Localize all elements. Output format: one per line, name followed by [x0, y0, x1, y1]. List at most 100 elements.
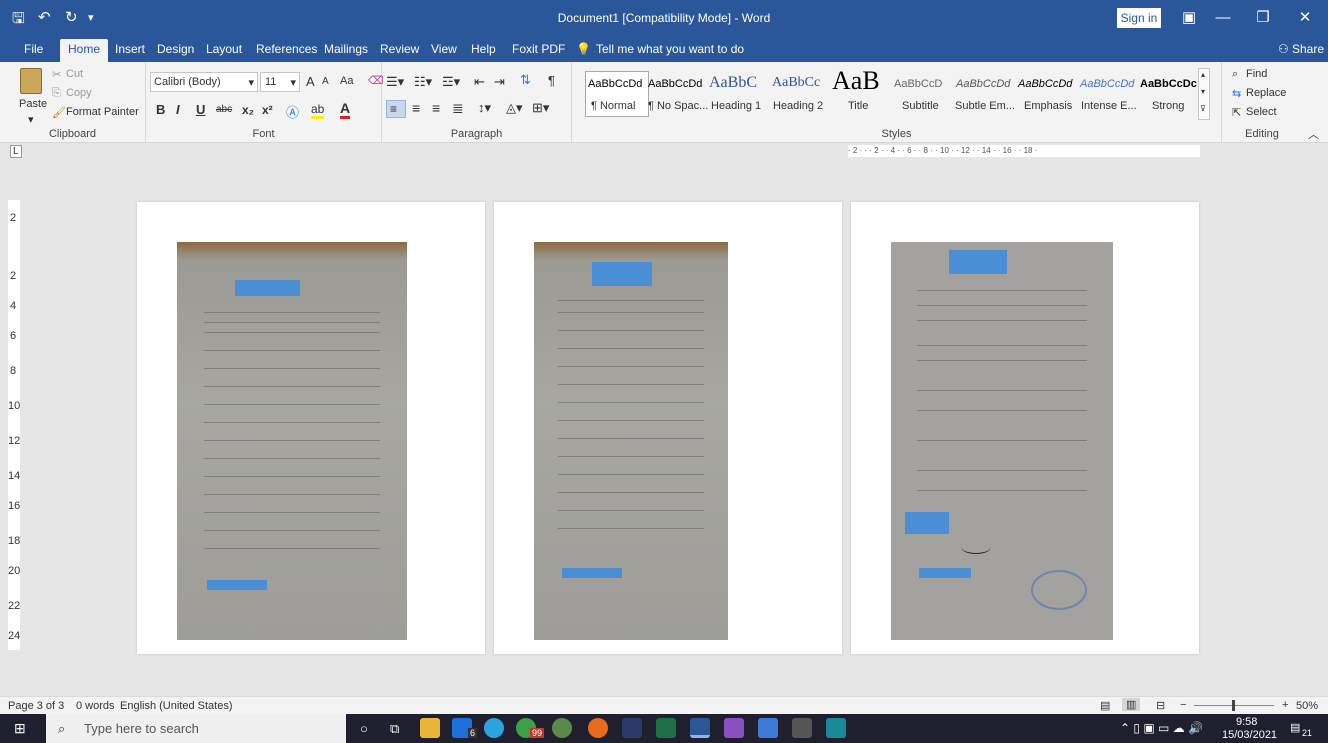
firefox-icon[interactable]	[588, 718, 608, 738]
bullets-icon[interactable]: ☰▾	[386, 74, 404, 90]
tab-design[interactable]: Design	[157, 42, 194, 56]
superscript-button[interactable]: x²	[262, 103, 273, 117]
close-button[interactable]: ✕	[1285, 0, 1325, 35]
style-heading1[interactable]: Heading 1	[711, 100, 761, 112]
paste-button[interactable]: Paste	[19, 98, 47, 110]
cortana-icon[interactable]: ○	[360, 721, 368, 736]
copy-button[interactable]: Copy	[66, 87, 92, 99]
app-icon[interactable]	[792, 718, 812, 738]
subscript-button[interactable]: x₂	[242, 103, 254, 117]
tab-mailings[interactable]: Mailings	[324, 42, 368, 56]
photoshop-icon[interactable]	[622, 718, 642, 738]
share-button[interactable]: Share	[1292, 42, 1324, 56]
style-strong-preview[interactable]: AaBbCcDc	[1140, 78, 1197, 90]
word-icon[interactable]	[690, 718, 710, 738]
font-name-box[interactable]: Calibri (Body) ▾	[150, 72, 258, 92]
system-tray-icons[interactable]: ⌃ ▯ ▣ ▭ ☁ 🔊	[1120, 721, 1203, 735]
telegram-icon[interactable]	[484, 718, 504, 738]
file-explorer-icon[interactable]	[420, 718, 440, 738]
tab-review[interactable]: Review	[380, 42, 419, 56]
style-strong[interactable]: Strong	[1152, 100, 1184, 112]
font-size-box[interactable]: 11 ▾	[260, 72, 300, 92]
page-1[interactable]	[137, 202, 485, 654]
style-normal[interactable]: ¶ Normal	[591, 100, 635, 112]
chrome-icon[interactable]	[552, 718, 572, 738]
language-indicator[interactable]: English (United States)	[120, 700, 233, 712]
restore-button[interactable]: ❐	[1243, 0, 1283, 35]
bold-button[interactable]: B	[156, 102, 165, 117]
select-button[interactable]: Select	[1246, 106, 1277, 118]
tab-layout[interactable]: Layout	[206, 42, 242, 56]
style-heading1-preview[interactable]: AaBbC	[709, 74, 757, 92]
tab-home[interactable]: Home	[60, 39, 109, 62]
highlight-button[interactable]: ab	[311, 102, 325, 119]
task-view-icon[interactable]: ⧉	[390, 721, 399, 737]
ribbon-display-icon[interactable]: ▣	[1182, 8, 1196, 26]
minimize-button[interactable]: —	[1203, 0, 1243, 35]
app-icon[interactable]	[826, 718, 846, 738]
shading-icon[interactable]: ◬▾	[506, 100, 523, 116]
style-no-spacing[interactable]: ¶ No Spac...	[648, 100, 708, 112]
style-subtle-emphasis-preview[interactable]: AaBbCcDd	[956, 78, 1010, 90]
style-intense-emphasis-preview[interactable]: AaBbCcDd	[1080, 78, 1134, 90]
clock-date[interactable]: 15/03/2021	[1222, 729, 1277, 741]
style-heading2[interactable]: Heading 2	[773, 100, 823, 112]
print-layout-icon[interactable]: ▥	[1122, 698, 1141, 711]
zoom-slider-thumb[interactable]	[1232, 700, 1235, 711]
style-subtitle[interactable]: Subtitle	[902, 100, 939, 112]
cut-button[interactable]: Cut	[66, 68, 83, 80]
style-intense-emphasis[interactable]: Intense E...	[1081, 100, 1137, 112]
borders-icon[interactable]: ⊞▾	[532, 100, 549, 116]
paste-icon[interactable]	[20, 68, 42, 94]
styles-scroll[interactable]: ▴ ▾ ⊽	[1198, 68, 1210, 120]
clock-time[interactable]: 9:58	[1236, 716, 1257, 728]
tab-file[interactable]: File	[24, 42, 43, 56]
font-color-button[interactable]: A	[340, 100, 351, 119]
style-title-preview[interactable]: AaB	[832, 66, 880, 96]
style-subtle-emphasis[interactable]: Subtle Em...	[955, 100, 1015, 112]
decrease-indent-icon[interactable]: ⇤	[474, 74, 485, 90]
paste-dropdown-icon[interactable]: ▾	[28, 113, 34, 126]
vertical-ruler[interactable]: 2 2 4 6 8 10 12 14 16 18 20 22 24	[8, 200, 20, 650]
italic-button[interactable]: I	[176, 102, 180, 117]
page-3[interactable]	[851, 202, 1199, 654]
app-icon[interactable]	[724, 718, 744, 738]
style-title[interactable]: Title	[848, 100, 868, 112]
web-layout-icon[interactable]: ⊟	[1156, 699, 1165, 712]
windows-start-icon[interactable]: ⊞	[14, 720, 26, 737]
increase-indent-icon[interactable]: ⇥	[494, 74, 505, 90]
change-case-button[interactable]: Aa	[340, 75, 353, 87]
tab-insert[interactable]: Insert	[115, 42, 145, 56]
sort-icon[interactable]: ⇅	[520, 72, 531, 88]
numbering-icon[interactable]: ☷▾	[414, 74, 432, 90]
style-normal-preview[interactable]: AaBbCcDd	[588, 78, 642, 90]
zoom-level[interactable]: 50%	[1296, 700, 1318, 712]
styles-more-icon[interactable]: ⊽	[1200, 104, 1206, 113]
align-right-icon[interactable]: ≡	[432, 100, 440, 116]
replace-button[interactable]: Replace	[1246, 87, 1286, 99]
align-left-icon[interactable]: ≡	[386, 100, 406, 118]
word-count[interactable]: 0 words	[76, 700, 115, 712]
show-marks-icon[interactable]: ¶	[548, 73, 555, 88]
align-center-icon[interactable]: ≡	[412, 100, 420, 116]
strikethrough-button[interactable]: abc	[216, 104, 232, 115]
find-button[interactable]: Find	[1246, 68, 1267, 80]
justify-icon[interactable]: ≣	[452, 100, 464, 117]
zoom-out-icon[interactable]: −	[1180, 699, 1186, 711]
underline-button[interactable]: U	[196, 102, 205, 117]
zoom-in-icon[interactable]: +	[1282, 699, 1288, 711]
chevron-up-icon[interactable]: ▴	[1201, 70, 1205, 79]
page-indicator[interactable]: Page 3 of 3	[8, 700, 64, 712]
tab-view[interactable]: View	[431, 42, 457, 56]
horizontal-ruler[interactable]: · 2 · · · 2 · · 4 · · 6 · · 8 · · 10 · ·…	[848, 145, 1200, 157]
multilevel-list-icon[interactable]: ☲▾	[442, 74, 460, 90]
grow-font-button[interactable]: A	[306, 74, 315, 89]
format-painter-button[interactable]: Format Painter	[66, 106, 139, 118]
line-spacing-icon[interactable]: ↕▾	[478, 100, 491, 116]
page-2[interactable]	[494, 202, 842, 654]
collapse-ribbon-icon[interactable]: ︿	[1308, 126, 1319, 142]
tab-selector-icon[interactable]: L	[10, 145, 22, 158]
style-heading2-preview[interactable]: AaBbCc	[772, 75, 820, 91]
style-no-spacing-preview[interactable]: AaBbCcDd	[648, 78, 702, 90]
taskbar-search[interactable]: ⌕ Type here to search	[46, 714, 346, 743]
